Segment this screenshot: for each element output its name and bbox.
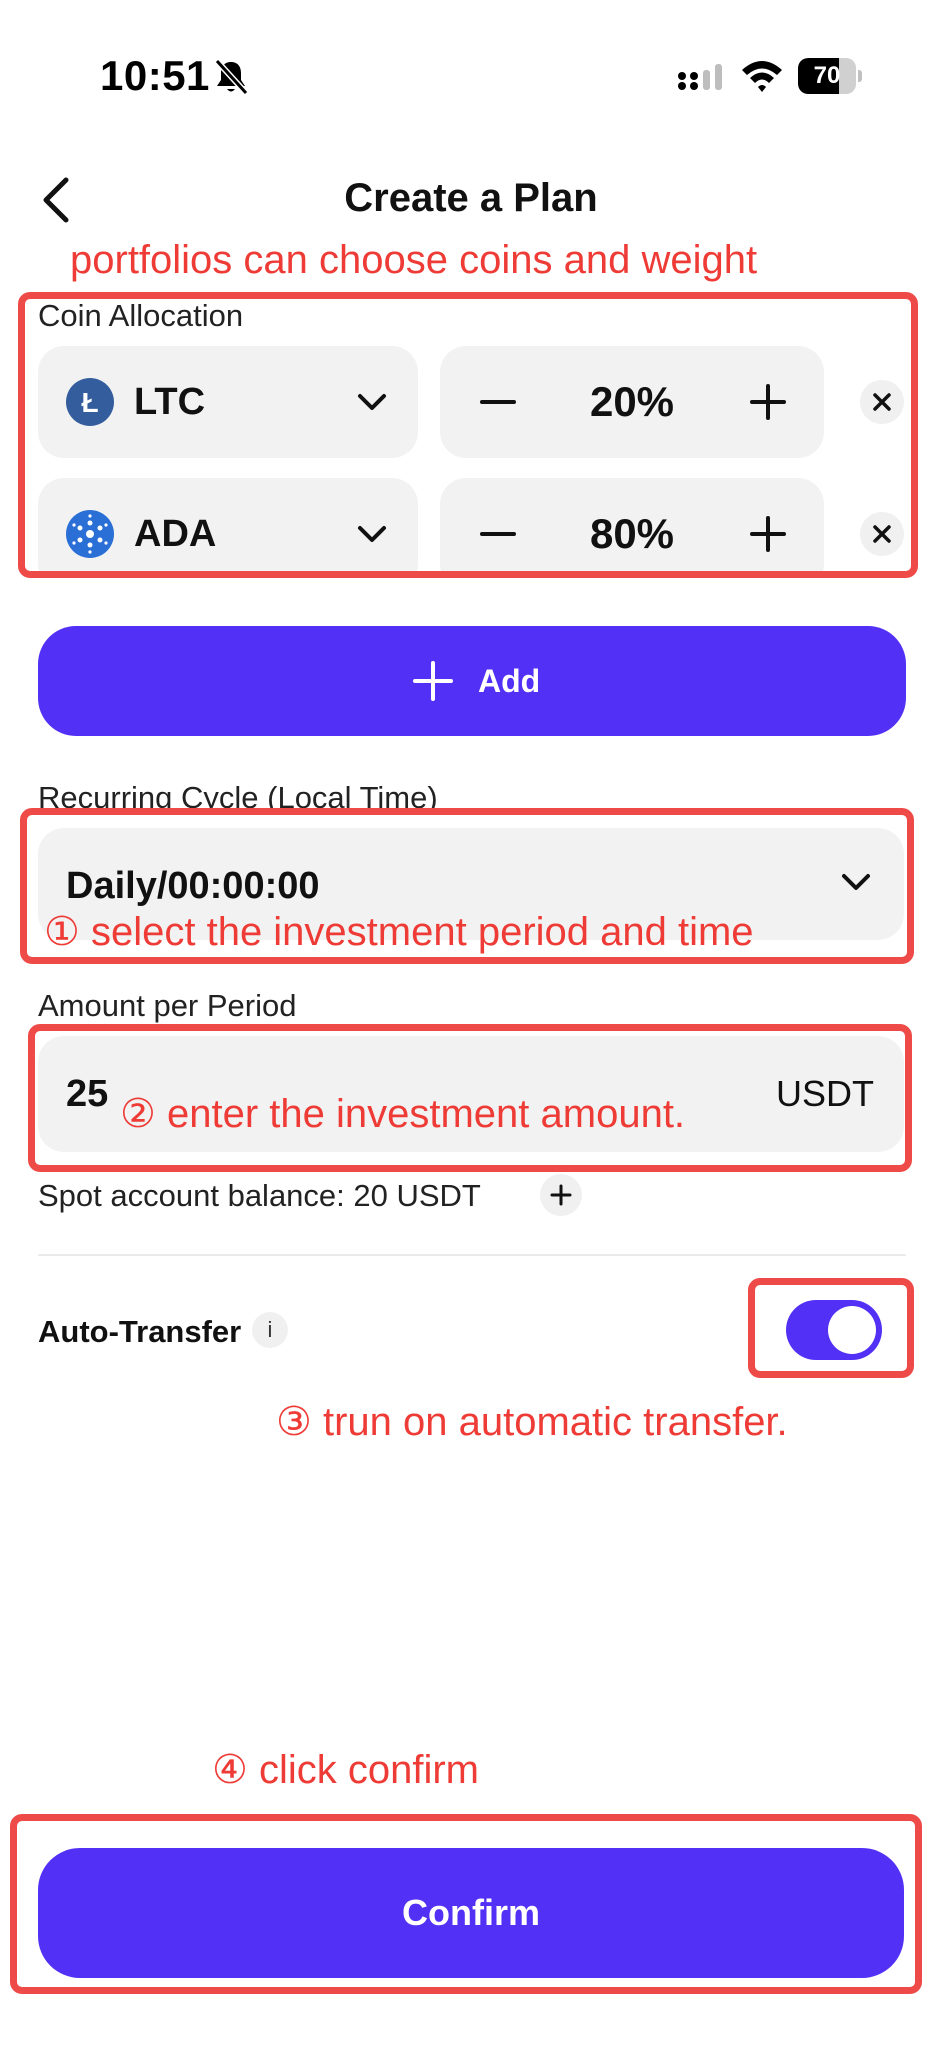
plus-icon[interactable] xyxy=(746,512,790,556)
minus-icon[interactable] xyxy=(476,512,520,556)
weight-value[interactable]: 20% xyxy=(530,346,734,458)
amount-unit: USDT xyxy=(776,1073,874,1114)
status-bar: 10:51 70 xyxy=(0,0,942,150)
annotation-step-1: ① select the investment period and time xyxy=(44,910,754,954)
toggle-knob xyxy=(828,1306,876,1354)
recurring-cycle-label: Recurring Cycle (Local Time) xyxy=(38,780,438,815)
create-plan-screen: 10:51 70 Create a Plan portfolios can ch… xyxy=(0,0,942,2048)
add-coin-button[interactable]: Add xyxy=(38,626,906,736)
coin-allocation-label: Coin Allocation xyxy=(38,298,244,333)
cardano-logo-icon xyxy=(66,510,114,558)
annotation-portfolio-note: portfolios can choose coins and weight xyxy=(70,238,758,282)
svg-text:Ł: Ł xyxy=(81,387,98,418)
battery-level: 70 xyxy=(813,62,841,89)
annotation-step-3: ③ trun on automatic transfer. xyxy=(276,1400,788,1444)
signal-icon xyxy=(678,64,722,90)
chevron-down-icon xyxy=(842,874,870,890)
amount-value: 25 xyxy=(66,1073,109,1115)
info-icon[interactable]: i xyxy=(252,1312,288,1348)
bell-muted-icon xyxy=(214,58,249,96)
chevron-down-icon xyxy=(358,526,386,542)
coin-name: LTC xyxy=(134,381,206,423)
auto-transfer-label: Auto-Transfer xyxy=(38,1314,242,1349)
page-title: Create a Plan xyxy=(344,176,598,220)
litecoin-logo-icon: Ł xyxy=(66,378,114,426)
annotation-step-4: ④ click confirm xyxy=(212,1748,479,1792)
battery-indicator: 70 xyxy=(798,58,862,94)
back-icon[interactable] xyxy=(36,172,76,228)
spot-balance-text: Spot account balance: 20 USDT xyxy=(38,1178,481,1213)
coin-select-ltc[interactable]: Ł LTC xyxy=(38,346,418,458)
divider xyxy=(38,1254,906,1256)
minus-icon[interactable] xyxy=(476,380,520,424)
coin-list-clip xyxy=(20,572,920,602)
status-time: 10:51 xyxy=(100,52,210,99)
chevron-down-icon xyxy=(358,394,386,410)
add-balance-icon[interactable] xyxy=(540,1174,582,1216)
coin-row: Ł LTC 20% xyxy=(38,346,908,458)
recurring-cycle-value: Daily/00:00:00 xyxy=(66,865,320,907)
plus-icon xyxy=(413,661,453,701)
weight-stepper: 20% xyxy=(440,346,824,458)
close-icon[interactable] xyxy=(860,380,904,424)
add-button-label: Add xyxy=(478,663,541,699)
auto-transfer-toggle[interactable] xyxy=(786,1300,882,1360)
confirm-button[interactable]: Confirm xyxy=(38,1848,904,1978)
close-icon[interactable] xyxy=(860,512,904,556)
amount-per-period-label: Amount per Period xyxy=(38,988,297,1023)
annotation-step-2: ② enter the investment amount. xyxy=(120,1092,686,1136)
wifi-icon xyxy=(742,61,782,92)
plus-icon[interactable] xyxy=(746,380,790,424)
